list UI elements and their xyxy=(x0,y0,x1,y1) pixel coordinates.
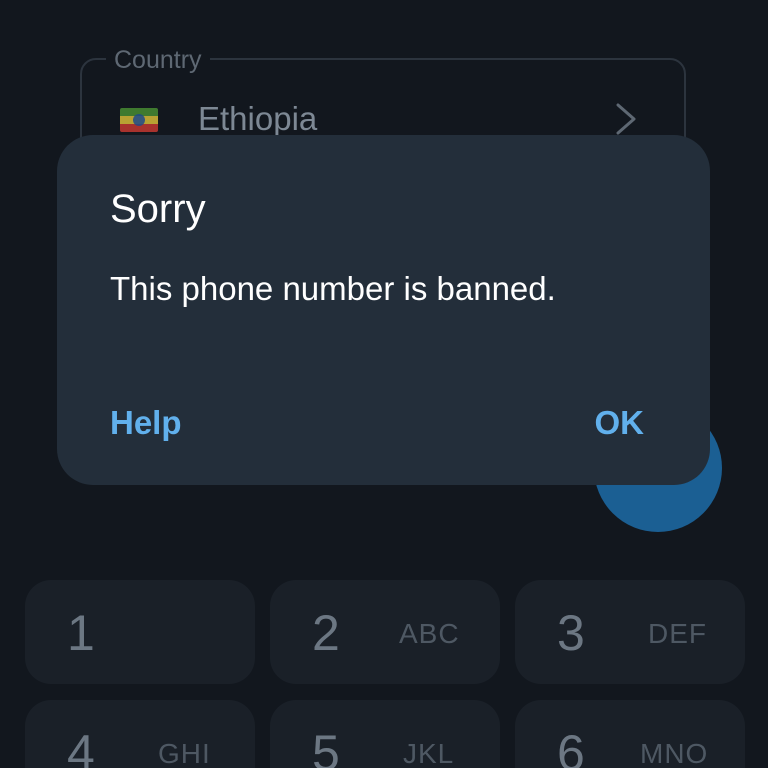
country-value: Ethiopia xyxy=(198,100,318,137)
ethiopia-flag-icon xyxy=(120,108,158,132)
key-digit: 6 xyxy=(557,725,585,768)
screen: Country Ethiopia 1 2 ABC 3 DEF 4 GHI 5 J… xyxy=(0,0,768,768)
keypad-key-4[interactable]: 4 GHI xyxy=(25,700,255,768)
key-letters: DEF xyxy=(648,618,707,649)
chevron-right-icon xyxy=(616,103,636,135)
key-letters: ABC xyxy=(399,618,460,649)
dialog-title: Sorry xyxy=(110,187,206,231)
keypad-key-6[interactable]: 6 MNO xyxy=(515,700,745,768)
dialog-message: This phone number is banned. xyxy=(110,270,556,307)
keypad-key-5[interactable]: 5 JKL xyxy=(270,700,500,768)
keypad-key-1[interactable]: 1 xyxy=(25,580,255,684)
key-digit: 1 xyxy=(67,605,95,661)
key-letters: GHI xyxy=(158,738,211,768)
key-digit: 3 xyxy=(557,605,585,661)
country-label: Country xyxy=(106,46,210,74)
key-letters: JKL xyxy=(403,738,455,768)
key-digit: 2 xyxy=(312,605,340,661)
help-button[interactable]: Help xyxy=(110,403,182,443)
ok-button[interactable]: OK xyxy=(595,403,645,443)
keypad-key-3[interactable]: 3 DEF xyxy=(515,580,745,684)
keypad-key-2[interactable]: 2 ABC xyxy=(270,580,500,684)
key-letters: MNO xyxy=(640,738,709,768)
alert-dialog: Sorry This phone number is banned. Help … xyxy=(57,135,710,485)
key-digit: 5 xyxy=(312,725,340,768)
key-digit: 4 xyxy=(67,725,95,768)
